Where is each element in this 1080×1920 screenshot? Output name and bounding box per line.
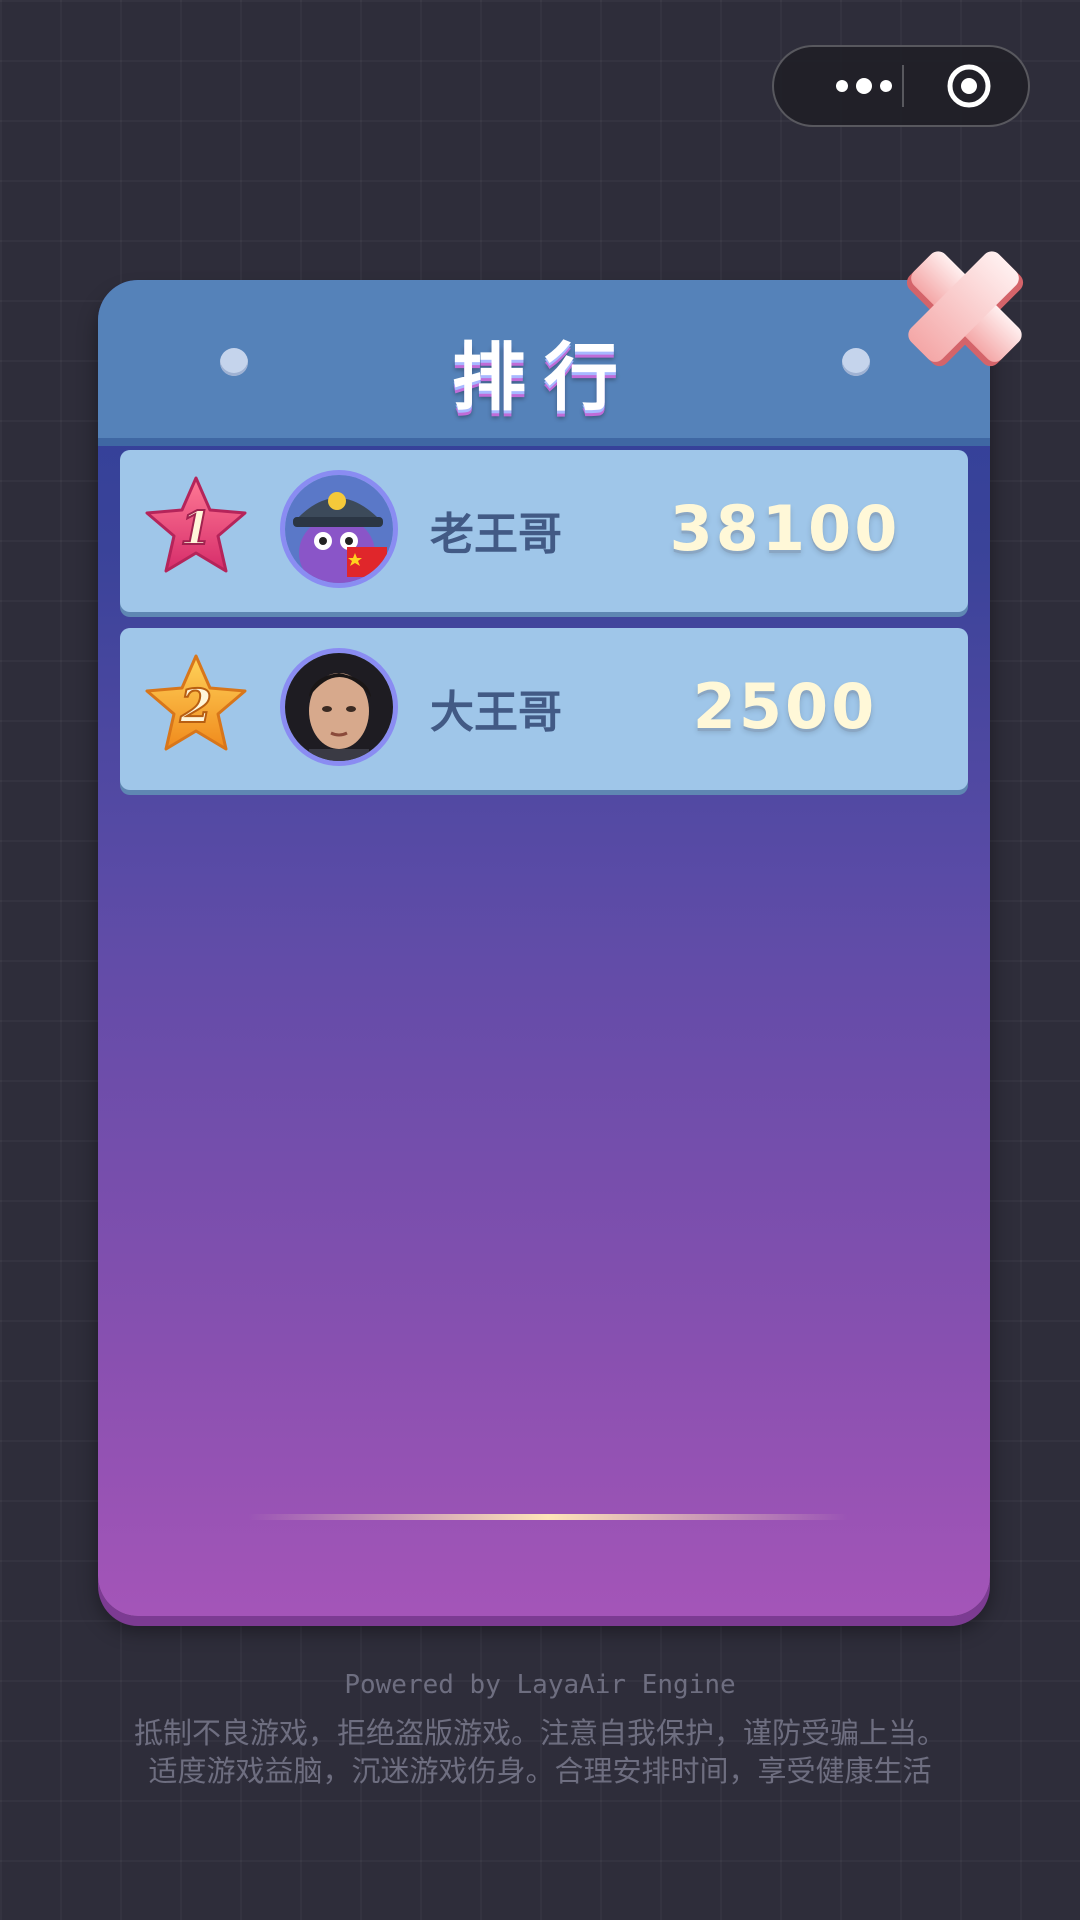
powered-by-text: Powered by LayaAir Engine — [344, 1670, 736, 1700]
bottom-glow-divider — [248, 1514, 848, 1520]
panel-header: 排行 — [98, 280, 990, 446]
health-notice-line1: 抵制不良游戏，拒绝盗版游戏。注意自我保护，谨防受骗上当。 — [133, 1716, 946, 1750]
rank-star-icon: 2 — [145, 654, 247, 751]
close-x-icon[interactable] — [900, 238, 1030, 373]
target-circle-icon[interactable] — [946, 63, 992, 109]
leaderboard-row: 2 大王哥 2500 — [120, 628, 968, 790]
player-name: 老王哥 — [430, 509, 562, 560]
player-name: 大王哥 — [430, 687, 562, 738]
more-dots-icon[interactable] — [814, 47, 914, 125]
rank-number: 2 — [179, 679, 212, 733]
player-score: 2500 — [692, 670, 878, 743]
player-avatar[interactable] — [280, 648, 398, 766]
mini-program-capsule — [772, 45, 1030, 127]
leaderboard-row: 1 老王哥 38100 — [120, 450, 968, 612]
leaderboard-panel: 排行 1 老王哥 38100 2 大王哥 2500 — [98, 280, 990, 1616]
panel-title: 排行 — [452, 335, 636, 421]
rank-star-icon: 1 — [145, 476, 247, 573]
rank-number: 1 — [180, 501, 212, 555]
health-notice-line2: 适度游戏益脑，沉迷游戏伤身。合理安排时间，享受健康生活 — [148, 1754, 932, 1788]
capsule-divider — [902, 65, 904, 107]
player-avatar[interactable] — [280, 470, 398, 588]
player-score: 38100 — [669, 492, 901, 565]
